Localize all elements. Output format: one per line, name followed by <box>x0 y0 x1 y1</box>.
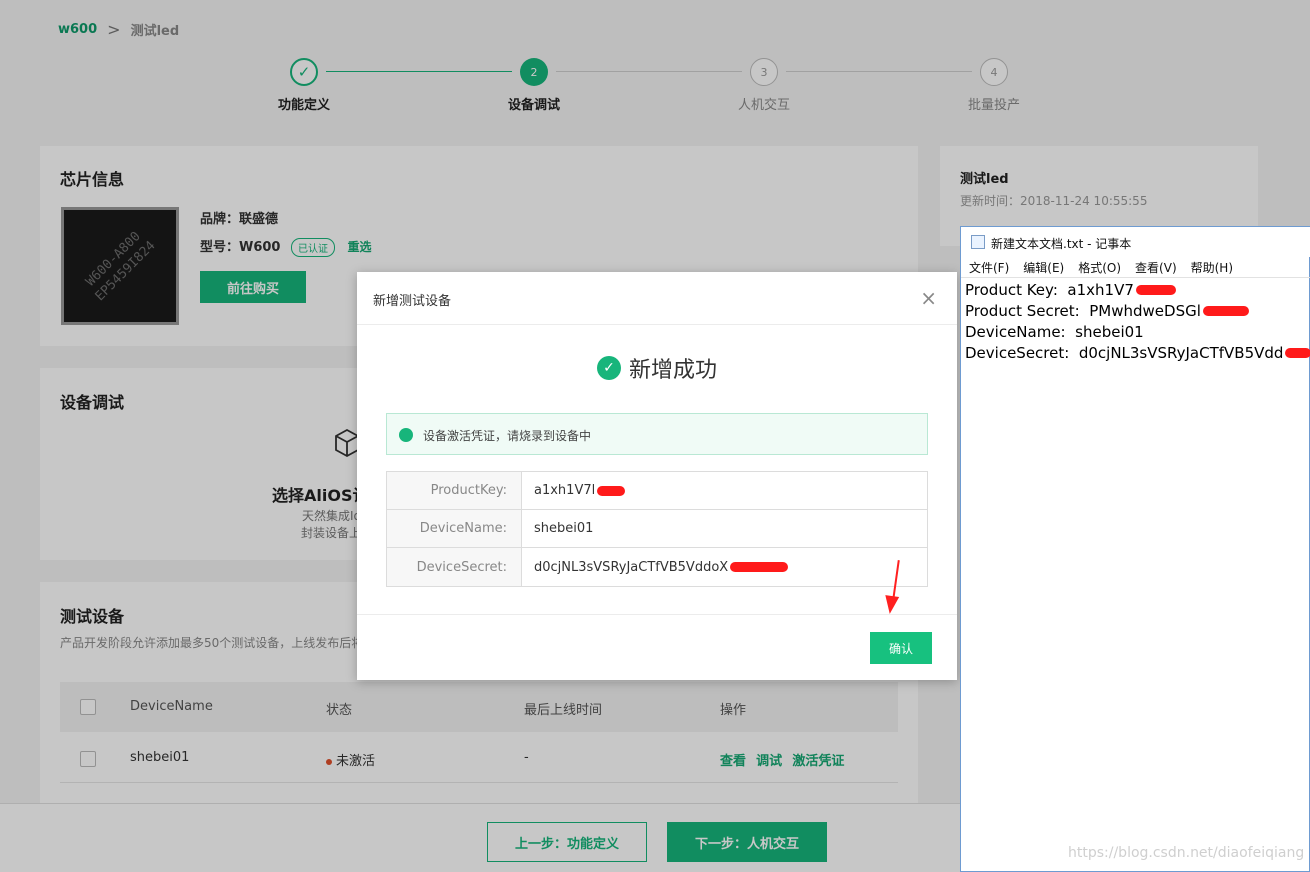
watermark: https://blog.csdn.net/diaofeiqiang <box>1068 845 1305 861</box>
redaction-mark <box>597 485 626 496</box>
notepad-line: Product Key: a1xh1V7 <box>965 280 1307 301</box>
arrow-down-icon <box>882 595 900 615</box>
modal-footer: 确认 <box>357 614 957 680</box>
credential-key: ProductKey: <box>387 472 522 509</box>
credential-row: DeviceSecret: d0cjNL3sVSRyJaCTfVB5VddoX <box>387 548 927 586</box>
menu-file[interactable]: 文件(F) <box>969 259 1009 276</box>
modal-header: 新增测试设备 × <box>357 272 957 325</box>
credential-row: DeviceName: shebei01 <box>387 510 927 548</box>
menu-format[interactable]: 格式(O) <box>1078 259 1121 276</box>
success-row: ✓ 新增成功 <box>357 352 957 384</box>
confirm-button[interactable]: 确认 <box>870 632 932 664</box>
credential-table: ProductKey: a1xh1V7l DeviceName: shebei0… <box>386 471 928 587</box>
notepad-line: DeviceSecret: d0cjNL3sVSRyJaCTfVB5Vdd <box>965 343 1310 364</box>
notepad-line: Product Secret: PMwhdweDSGl <box>965 301 1307 322</box>
credential-value[interactable]: shebei01 <box>522 510 927 547</box>
close-icon[interactable]: × <box>920 286 937 310</box>
modal-title: 新增测试设备 <box>373 294 452 309</box>
redaction-mark <box>1135 285 1176 295</box>
notepad-icon <box>971 235 985 249</box>
info-icon <box>399 428 413 442</box>
menu-help[interactable]: 帮助(H) <box>1191 259 1233 276</box>
credential-key: DeviceName: <box>387 510 522 547</box>
check-circle-icon: ✓ <box>596 356 621 380</box>
notepad-window: 新建文本文档.txt - 记事本 文件(F) 编辑(E) 格式(O) 查看(V)… <box>960 226 1310 872</box>
credential-value[interactable]: a1xh1V7l <box>522 472 927 509</box>
add-test-device-modal: 新增测试设备 × ✓ 新增成功 设备激活凭证，请烧录到设备中 ProductKe… <box>357 272 957 680</box>
menu-view[interactable]: 查看(V) <box>1135 259 1177 276</box>
redaction-mark <box>1285 348 1310 358</box>
menu-edit[interactable]: 编辑(E) <box>1023 259 1064 276</box>
notepad-text-area[interactable]: Product Key: a1xh1V7 Product Secret: PMwh… <box>961 277 1310 871</box>
credential-row: ProductKey: a1xh1V7l <box>387 472 927 510</box>
redaction-mark <box>1202 306 1249 316</box>
notepad-title: 新建文本文档.txt - 记事本 <box>991 237 1132 251</box>
notepad-titlebar: 新建文本文档.txt - 记事本 <box>961 227 1310 257</box>
info-alert: 设备激活凭证，请烧录到设备中 <box>386 413 928 455</box>
credential-value[interactable]: d0cjNL3sVSRyJaCTfVB5VddoX <box>522 548 927 586</box>
success-text: 新增成功 <box>628 358 717 383</box>
credential-key: DeviceSecret: <box>387 548 522 586</box>
redaction-mark <box>730 562 789 572</box>
notepad-menubar: 文件(F) 编辑(E) 格式(O) 查看(V) 帮助(H) <box>961 257 1310 277</box>
notepad-line: DeviceName: shebei01 <box>965 323 1144 341</box>
info-text: 设备激活凭证，请烧录到设备中 <box>423 429 592 443</box>
